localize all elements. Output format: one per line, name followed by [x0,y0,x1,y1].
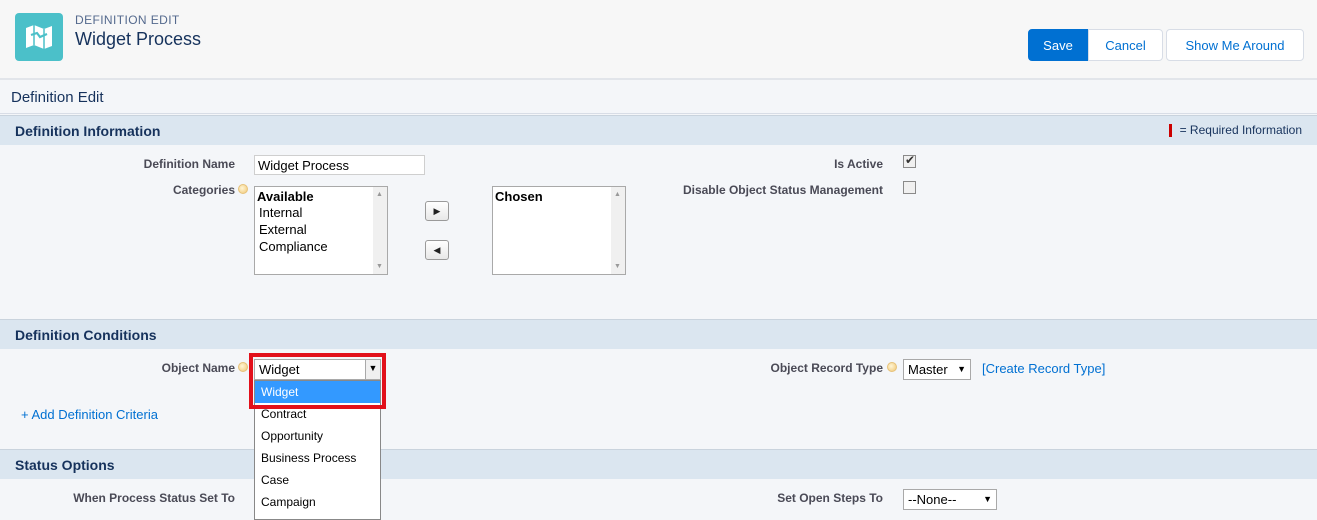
is-active-checkbox[interactable]: ✔ [903,153,916,168]
dropdown-option[interactable]: Campaign [255,491,380,513]
set-open-steps-label: Set Open Steps To [777,491,883,505]
help-icon[interactable] [887,362,897,372]
available-listbox[interactable]: Available Internal External Compliance ▲… [254,186,388,275]
section-status-options: Status Options [0,449,254,479]
dropdown-option[interactable]: Business Process [255,447,380,469]
list-item[interactable]: External [255,221,387,238]
dropdown-option[interactable]: Opportunity [255,425,380,447]
page-header: DEFINITION EDIT Widget Process Save Canc… [0,0,1317,80]
set-open-steps-select[interactable]: --None-- ▼ [903,489,997,510]
help-icon[interactable] [238,362,248,372]
object-name-select[interactable]: Widget ▼ [254,359,381,380]
help-icon[interactable] [238,184,248,194]
chevron-down-icon: ▼ [983,494,992,504]
object-record-type-select[interactable]: Master ▼ [903,359,971,380]
add-definition-criteria-link[interactable]: + Add Definition Criteria [21,407,158,422]
scrollbar[interactable]: ▲ ▼ [611,187,625,274]
scroll-down-icon[interactable]: ▼ [376,263,383,270]
chevron-down-icon: ▼ [957,364,966,374]
required-marker [1168,123,1172,137]
section-title: Status Options [15,457,115,473]
scroll-up-icon[interactable]: ▲ [376,191,383,198]
chosen-listbox[interactable]: Chosen ▲ ▼ [492,186,626,275]
object-name-dropdown[interactable]: Widget Contract Opportunity Business Pro… [254,380,381,520]
scrollbar[interactable]: ▲ ▼ [373,187,387,274]
scroll-up-icon[interactable]: ▲ [614,191,621,198]
section-title: Definition Information [15,123,161,139]
is-active-label: Is Active [834,157,883,171]
dropdown-option[interactable]: Widget [255,381,380,403]
add-category-button[interactable]: ▶ [425,201,449,221]
dropdown-option[interactable]: Case [255,469,380,491]
definition-name-input[interactable] [254,155,425,175]
scroll-down-icon[interactable]: ▼ [614,263,621,270]
section-definition-information: Definition Information = Required Inform… [0,115,1317,145]
divider [0,113,1317,114]
set-open-steps-value: --None-- [908,492,957,507]
save-button[interactable]: Save [1028,29,1088,61]
remove-category-button[interactable]: ◀ [425,240,449,260]
chosen-header: Chosen [495,189,543,204]
list-item[interactable]: Internal [255,204,387,221]
object-record-type-label: Object Record Type [770,361,883,375]
object-record-type-value: Master [908,362,948,377]
arrow-left-icon: ◀ [433,244,441,255]
header-eyebrow: DEFINITION EDIT [75,13,180,27]
object-name-value: Widget [259,362,300,377]
section-status-options-bar [381,449,1317,479]
list-item[interactable]: Compliance [255,238,387,255]
object-name-label: Object Name [161,361,235,375]
required-legend: = Required Information [1168,123,1302,137]
available-header: Available [257,189,314,204]
section-title: Definition Conditions [15,327,157,343]
show-me-around-button[interactable]: Show Me Around [1166,29,1304,61]
dropdown-option[interactable]: Contract [255,403,380,425]
check-icon: ✔ [905,153,916,167]
map-icon [15,13,63,61]
required-legend-text: = Required Information [1179,123,1302,137]
arrow-right-icon: ▶ [433,205,441,216]
page-title: Widget Process [75,29,202,49]
create-record-type-link[interactable]: [Create Record Type] [982,361,1105,376]
categories-label: Categories [172,183,235,197]
cancel-button[interactable]: Cancel [1088,29,1163,61]
section-definition-conditions: Definition Conditions [0,319,1317,349]
page-subtitle: Definition Edit [11,89,104,106]
disable-status-label: Disable Object Status Management [682,183,883,197]
definition-name-label: Definition Name [143,157,235,171]
chevron-down-icon[interactable]: ▼ [365,360,380,379]
disable-status-checkbox[interactable] [903,181,916,194]
when-process-status-label: When Process Status Set To [73,491,235,505]
